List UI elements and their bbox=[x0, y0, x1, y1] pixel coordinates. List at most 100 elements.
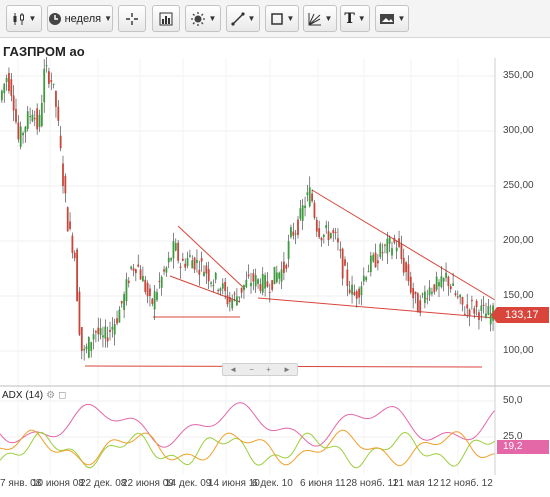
candle-body bbox=[59, 135, 62, 149]
candle-body bbox=[445, 272, 447, 278]
candle-body bbox=[179, 266, 182, 268]
chevron-down-icon: ▼ bbox=[397, 14, 406, 23]
candle-body bbox=[15, 109, 17, 123]
candle-body bbox=[118, 309, 121, 323]
candle-body bbox=[111, 326, 114, 330]
candle-body bbox=[125, 279, 128, 302]
candle-body bbox=[259, 284, 262, 291]
candle-body bbox=[325, 225, 328, 229]
candle-body bbox=[40, 102, 43, 127]
adx-axis-label: 50,0 bbox=[503, 395, 523, 406]
candle-body bbox=[95, 331, 97, 333]
candle-body bbox=[339, 249, 342, 251]
candle-body bbox=[367, 271, 370, 273]
candle-body bbox=[236, 296, 238, 306]
trendline bbox=[257, 297, 496, 319]
price-axis-label: 350,00 bbox=[503, 70, 534, 81]
settings-button[interactable]: ▼ bbox=[185, 5, 221, 32]
candle-body bbox=[45, 65, 48, 67]
scroll-left-icon[interactable]: ◄ bbox=[229, 365, 237, 374]
candle-body bbox=[184, 263, 187, 268]
candle-body bbox=[245, 279, 248, 288]
candle-body bbox=[405, 262, 407, 273]
candle-body bbox=[294, 233, 297, 235]
draw-line-button[interactable]: ▼ bbox=[226, 5, 260, 32]
candle-body bbox=[69, 221, 71, 229]
candle-body bbox=[181, 258, 184, 261]
candle-body bbox=[104, 326, 107, 339]
candle-body bbox=[134, 269, 137, 273]
candle-body bbox=[43, 68, 46, 103]
candle-body bbox=[322, 234, 325, 237]
candle-body bbox=[151, 298, 154, 304]
candle-body bbox=[254, 274, 257, 287]
candle-body bbox=[414, 291, 417, 295]
text-button[interactable]: T ▼ bbox=[340, 5, 370, 32]
candle-body bbox=[87, 337, 90, 358]
close-icon[interactable]: ◻ bbox=[58, 390, 66, 401]
time-axis-label: 10 июня 08 bbox=[32, 478, 84, 489]
candle-body bbox=[301, 205, 304, 221]
candle-body bbox=[426, 298, 429, 300]
last-price-badge: 133,17 bbox=[491, 307, 549, 323]
candle-body bbox=[221, 283, 224, 289]
candle-body bbox=[438, 282, 440, 287]
chevron-down-icon: ▼ bbox=[247, 14, 256, 23]
candle-body bbox=[149, 288, 151, 296]
crosshair-icon bbox=[126, 12, 138, 25]
candle-body bbox=[482, 304, 485, 306]
candle-body bbox=[29, 115, 31, 117]
candle-body bbox=[313, 202, 316, 218]
candle-body bbox=[123, 294, 125, 310]
candle-body bbox=[315, 219, 318, 232]
chart-type-button[interactable]: ▼ bbox=[6, 5, 42, 32]
candle-body bbox=[160, 276, 163, 288]
candle-body bbox=[99, 328, 102, 335]
candle-body bbox=[395, 247, 398, 252]
candle-body bbox=[360, 286, 363, 296]
candle-body bbox=[167, 257, 170, 263]
chevron-down-icon: ▼ bbox=[208, 14, 217, 23]
candle-body bbox=[271, 280, 274, 290]
candle-body bbox=[341, 248, 344, 279]
candle-body bbox=[334, 231, 337, 233]
candle-body bbox=[330, 233, 332, 239]
candle-body bbox=[1, 90, 3, 101]
adx-line bbox=[0, 402, 496, 448]
indicators-button[interactable] bbox=[152, 5, 180, 32]
shapes-button[interactable]: ▼ bbox=[265, 5, 299, 32]
fib-button[interactable]: ▼ bbox=[303, 5, 337, 32]
candle-body bbox=[210, 282, 212, 284]
candle-body bbox=[478, 312, 480, 321]
chart-scroller[interactable]: ◄ − + ► bbox=[222, 363, 298, 376]
zoom-in-icon[interactable]: + bbox=[266, 365, 271, 374]
candle-body bbox=[377, 260, 379, 264]
candle-body bbox=[38, 114, 41, 128]
zoom-out-icon[interactable]: − bbox=[249, 365, 254, 374]
candle-body bbox=[33, 118, 36, 120]
scroll-right-icon[interactable]: ► bbox=[283, 365, 291, 374]
crosshair-button[interactable] bbox=[118, 5, 146, 32]
candle-body bbox=[468, 309, 471, 316]
chart-canvas[interactable] bbox=[0, 38, 550, 497]
candle-body bbox=[381, 252, 384, 254]
line-tool-icon bbox=[230, 11, 245, 26]
candle-body bbox=[228, 297, 231, 302]
price-axis-label: 150,00 bbox=[503, 290, 534, 301]
candle-body bbox=[440, 276, 443, 288]
gear-icon[interactable]: ⚙ bbox=[46, 390, 55, 401]
trendlines[interactable] bbox=[84, 189, 496, 368]
candle-body bbox=[170, 258, 172, 261]
candle-body bbox=[158, 280, 161, 282]
candle-body bbox=[66, 207, 69, 232]
candle-body bbox=[217, 289, 219, 291]
chevron-down-icon: ▼ bbox=[286, 14, 295, 23]
candle-body bbox=[355, 291, 358, 299]
sun-gear-icon bbox=[190, 11, 205, 26]
candle-body bbox=[416, 293, 419, 313]
candle-body bbox=[109, 329, 111, 332]
candle-body bbox=[231, 299, 234, 309]
image-button[interactable]: ▼ bbox=[375, 5, 409, 32]
candle-body bbox=[165, 267, 168, 273]
period-button[interactable]: неделя ▼ bbox=[47, 5, 113, 32]
